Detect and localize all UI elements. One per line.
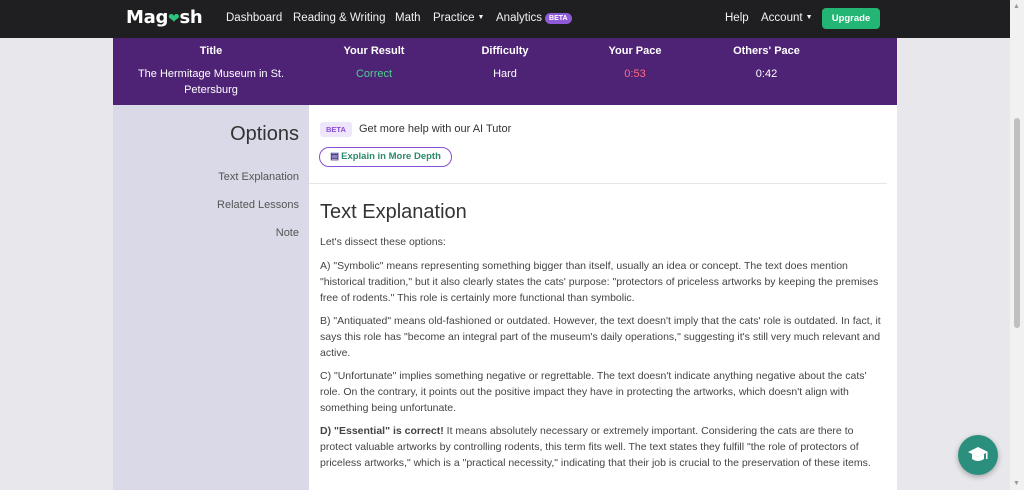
- top-nav: Mag❤sh Dashboard Reading & Writing Math …: [0, 0, 1010, 38]
- explanation-option-a: A) "Symbolic" means representing somethi…: [320, 260, 879, 304]
- result-status: Correct: [355, 68, 393, 80]
- others-pace-value: 0:42: [755, 68, 778, 80]
- header-title: Title: [199, 45, 223, 57]
- nav-analytics[interactable]: Analytics BETA: [496, 12, 572, 24]
- ai-beta-badge: BETA: [320, 122, 352, 137]
- option-note[interactable]: Note: [276, 227, 299, 239]
- caret-down-icon: ▼: [805, 14, 813, 21]
- logo-text-start: Mag: [126, 7, 169, 28]
- correct-answer-label: D) "Essential" is correct!: [320, 425, 444, 437]
- explanation-panel: BETA Get more help with our AI Tutor ▤ Ex…: [309, 105, 897, 490]
- explanation-option-d: D) "Essential" is correct! It means abso…: [320, 423, 888, 471]
- header-difficulty: Difficulty: [481, 45, 529, 57]
- scroll-up-icon[interactable]: ▲: [1013, 3, 1020, 10]
- caret-down-icon: ▼: [477, 14, 485, 21]
- your-pace-value: 0:53: [624, 68, 646, 80]
- explanation-heading: Text Explanation: [320, 201, 467, 223]
- nav-practice[interactable]: Practice ▼: [433, 12, 484, 24]
- question-title: The Hermitage Museum in St. Petersburg: [137, 68, 285, 96]
- nav-math[interactable]: Math: [395, 12, 421, 24]
- heart-check-icon: ❤: [168, 11, 180, 27]
- upgrade-button[interactable]: Upgrade: [822, 8, 880, 29]
- ai-tutor-button[interactable]: [958, 435, 998, 475]
- explain-more-button[interactable]: ▤ Explain in More Depth: [319, 147, 452, 167]
- scroll-down-icon[interactable]: ▼: [1013, 480, 1020, 487]
- option-text-explanation[interactable]: Text Explanation: [218, 171, 299, 183]
- nav-account-label: Account: [761, 12, 803, 24]
- explanation-body: Let's dissect these options: A) "Symboli…: [320, 234, 888, 478]
- ai-tutor-prompt: Get more help with our AI Tutor: [359, 123, 512, 135]
- page-scrollbar[interactable]: ▲ ▼: [1010, 0, 1024, 490]
- header-others-pace: Others' Pace: [733, 45, 800, 57]
- nav-dashboard[interactable]: Dashboard: [226, 12, 282, 24]
- options-heading: Options: [230, 123, 299, 145]
- options-sidebar: Options Text Explanation Related Lessons…: [113, 105, 309, 490]
- explain-more-label: Explain in More Depth: [341, 151, 441, 162]
- nav-reading-writing[interactable]: Reading & Writing: [293, 12, 385, 24]
- graduation-cap-icon: [968, 447, 988, 461]
- explanation-option-b: B) "Antiquated" means old-fashioned or o…: [320, 315, 881, 359]
- nav-practice-label: Practice: [433, 12, 475, 24]
- beta-badge: BETA: [545, 13, 572, 24]
- nav-account[interactable]: Account ▼: [761, 12, 813, 24]
- nav-analytics-label: Analytics: [496, 12, 543, 24]
- difficulty-value: Hard: [493, 68, 517, 80]
- magoosh-logo[interactable]: Mag❤sh: [126, 7, 203, 28]
- explanation-option-c: C) "Unfortunate" implies something negat…: [320, 370, 867, 414]
- explanation-intro: Let's dissect these options:: [320, 236, 446, 248]
- nav-help[interactable]: Help: [725, 12, 749, 24]
- document-icon: ▤: [330, 151, 340, 162]
- option-related-lessons[interactable]: Related Lessons: [217, 199, 299, 211]
- logo-text-end: sh: [179, 7, 203, 28]
- header-your-pace: Your Pace: [608, 45, 662, 57]
- divider: [309, 183, 887, 184]
- scrollbar-thumb[interactable]: [1014, 118, 1020, 328]
- result-banner: Title Your Result Difficulty Your Pace O…: [113, 38, 897, 105]
- header-your-result: Your Result: [343, 45, 405, 57]
